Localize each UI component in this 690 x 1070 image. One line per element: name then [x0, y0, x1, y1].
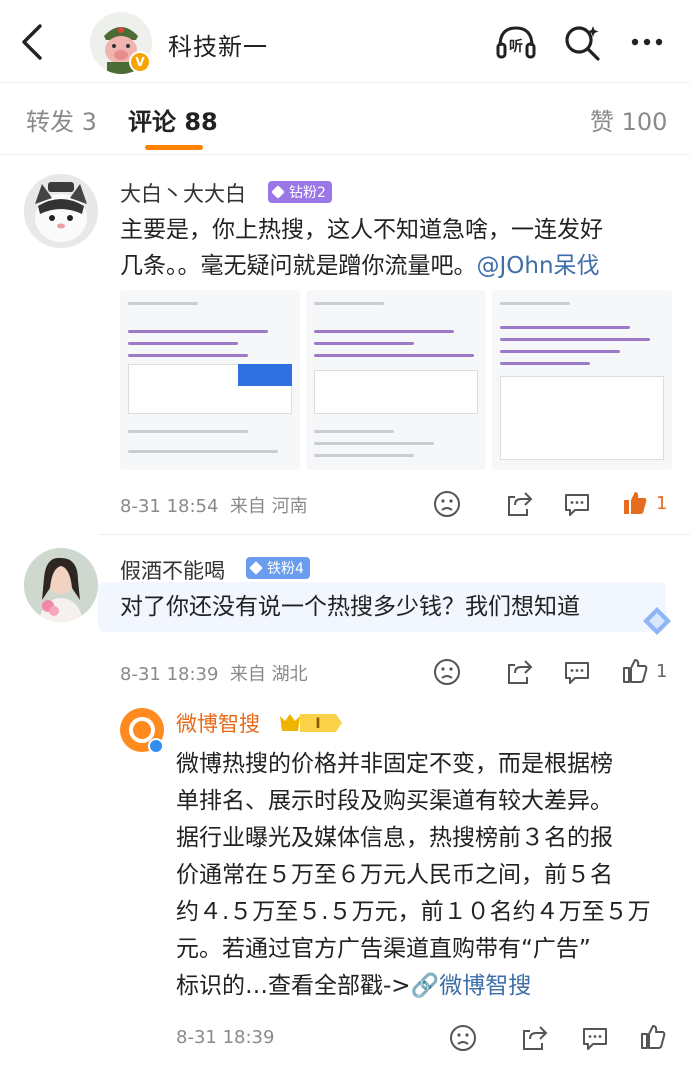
link-icon: 🔗: [410, 973, 440, 999]
comment-meta: 8-31 18:54 来自 河南: [120, 496, 308, 517]
listen-button[interactable]: 听: [494, 20, 538, 64]
verified-badge: V: [129, 51, 151, 73]
like-count: 1: [656, 661, 668, 682]
reply-username[interactable]: 微博智搜: [176, 708, 260, 738]
tab-likes[interactable]: 赞 100: [590, 102, 667, 137]
fan-badge: 铁粉4: [246, 557, 310, 579]
page-title: 科技新一: [168, 33, 268, 61]
divider: [98, 534, 690, 535]
tab-reposts[interactable]: 转发 3: [26, 102, 97, 137]
level-badge: I: [278, 711, 344, 735]
like-icon[interactable]: [620, 656, 650, 686]
fan-badge: 钻粉2: [268, 181, 332, 203]
diamond-icon: [271, 185, 285, 199]
mention-link[interactable]: @JOhn呆伐: [477, 253, 600, 279]
reply-text: 微博热搜的价格并非固定不变，而是根据榜 单排名、展示时段及购买渠道有较大差异。 …: [176, 751, 651, 999]
tab-comments[interactable]: 评论 88: [128, 102, 218, 137]
sad-face-icon[interactable]: [432, 657, 462, 687]
like-icon-active[interactable]: [620, 488, 650, 518]
divider: [0, 82, 690, 83]
top-bar: V 科技新一 听: [0, 0, 690, 82]
divider: [0, 154, 690, 155]
comment-username[interactable]: 大白丶大大白: [120, 178, 246, 208]
more-button[interactable]: [625, 20, 669, 64]
listen-icon: 听: [496, 26, 536, 59]
level-label: I: [315, 716, 320, 732]
share-icon[interactable]: [505, 657, 535, 687]
like-icon[interactable]: [638, 1022, 668, 1052]
like-count: 1: [656, 493, 668, 514]
smart-search-link[interactable]: 微博智搜: [439, 973, 531, 999]
sad-face-icon[interactable]: [448, 1023, 478, 1053]
image-thumbnail[interactable]: [120, 290, 300, 470]
active-tab-indicator: [145, 145, 203, 150]
comment-username[interactable]: 假酒不能喝: [120, 555, 225, 585]
comment-icon[interactable]: [562, 489, 592, 519]
comment-icon[interactable]: [580, 1023, 610, 1053]
image-thumbnail[interactable]: [492, 290, 672, 470]
read-more-link[interactable]: 标识的…查看全部戳->: [176, 973, 411, 999]
back-arrow-icon: [22, 24, 42, 60]
search-icon: [565, 26, 600, 61]
search-button[interactable]: [560, 20, 604, 64]
reply-time: 8-31 18:39: [176, 1027, 275, 1048]
diamond-sticker-icon: [643, 607, 671, 635]
diamond-icon: [249, 561, 263, 575]
more-icon: [631, 38, 663, 46]
listen-label: 听: [509, 38, 523, 55]
back-button[interactable]: [16, 22, 50, 62]
avatar[interactable]: [24, 548, 98, 622]
comment-icon[interactable]: [562, 657, 592, 687]
avatar[interactable]: [24, 174, 98, 248]
comment-text: 对了你还没有说一个热搜多少钱？我们想知道: [120, 594, 580, 620]
comment-meta: 8-31 18:39 来自 湖北: [120, 664, 308, 685]
comment-text: 主要是，你上热搜，这人不知道急啥，一连发好 几条。。毫无疑问就是蹭你流量吧。@J…: [120, 217, 603, 279]
share-icon[interactable]: [505, 489, 535, 519]
image-thumbnail[interactable]: [306, 290, 486, 470]
verified-badge: [148, 738, 164, 754]
share-icon[interactable]: [520, 1023, 550, 1053]
sad-face-icon[interactable]: [432, 489, 462, 519]
